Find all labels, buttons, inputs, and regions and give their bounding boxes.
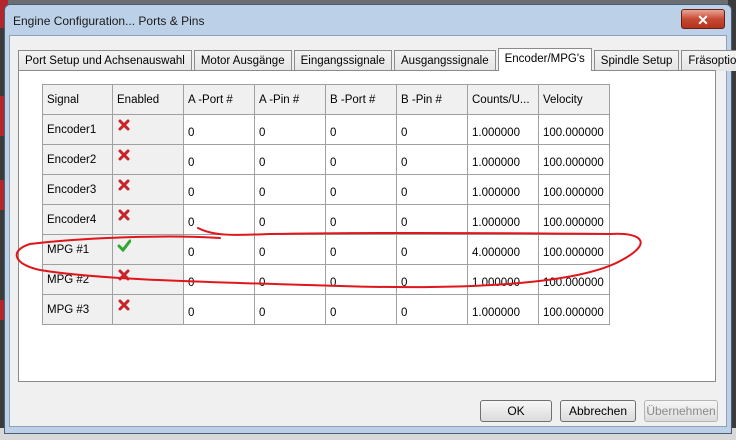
cell-signal[interactable]: Encoder2 <box>42 144 113 175</box>
window-title: Engine Configuration... Ports & Pins <box>13 14 205 28</box>
cell-b-pin[interactable]: 0 <box>396 144 468 175</box>
tab-output-signals[interactable]: Ausgangssignale <box>394 50 496 71</box>
cell-enabled[interactable] <box>112 294 184 325</box>
cell-velocity[interactable]: 100.000000 <box>538 294 610 325</box>
close-icon: ✕ <box>697 12 709 28</box>
x-mark-icon <box>118 119 130 131</box>
cell-b-port[interactable]: 0 <box>325 114 397 145</box>
close-button[interactable]: ✕ <box>681 9 725 29</box>
column-header-signal[interactable]: Signal <box>42 84 113 115</box>
x-mark-icon <box>118 269 130 281</box>
table-row[interactable]: Encoder1 0 0 0 0 1.000000 100.000000 <box>42 114 610 145</box>
tab-encoder-mpg[interactable]: Encoder/MPG's <box>497 48 592 71</box>
apply-button[interactable]: Übernehmen <box>644 400 718 422</box>
cell-b-pin[interactable]: 0 <box>396 174 468 205</box>
cell-signal[interactable]: Encoder4 <box>42 204 113 235</box>
cell-a-pin[interactable]: 0 <box>254 204 326 235</box>
cell-enabled[interactable] <box>112 174 184 205</box>
cell-b-port[interactable]: 0 <box>325 144 397 175</box>
cell-b-pin[interactable]: 0 <box>396 234 468 265</box>
table-row[interactable]: MPG #2 0 0 0 0 1.000000 100.000000 <box>42 264 610 295</box>
cell-enabled[interactable] <box>112 144 184 175</box>
cell-counts[interactable]: 1.000000 <box>467 204 539 235</box>
cell-b-pin[interactable]: 0 <box>396 204 468 235</box>
grid-header-row: Signal Enabled A -Port # A -Pin # B -Por… <box>42 84 610 115</box>
table-row[interactable]: Encoder2 0 0 0 0 1.000000 100.000000 <box>42 144 610 175</box>
cell-a-pin[interactable]: 0 <box>254 264 326 295</box>
cell-signal[interactable]: Encoder3 <box>42 174 113 205</box>
cell-a-port[interactable]: 0 <box>183 294 255 325</box>
cell-velocity[interactable]: 100.000000 <box>538 174 610 205</box>
table-row[interactable]: MPG #1 0 0 0 0 4.000000 100.000000 <box>42 234 610 265</box>
cell-b-port[interactable]: 0 <box>325 234 397 265</box>
tab-milling-options[interactable]: Fräsoptionen <box>681 50 736 71</box>
tab-input-signals[interactable]: Eingangssignale <box>293 50 393 71</box>
column-header-a-pin[interactable]: A -Pin # <box>254 84 326 115</box>
cell-counts[interactable]: 1.000000 <box>467 174 539 205</box>
cell-a-pin[interactable]: 0 <box>254 144 326 175</box>
table-row[interactable]: Encoder3 0 0 0 0 1.000000 100.000000 <box>42 174 610 205</box>
cell-b-port[interactable]: 0 <box>325 204 397 235</box>
cell-a-pin[interactable]: 0 <box>254 294 326 325</box>
check-icon <box>117 239 131 252</box>
cell-velocity[interactable]: 100.000000 <box>538 234 610 265</box>
x-mark-icon <box>118 299 130 311</box>
cell-signal[interactable]: MPG #3 <box>42 294 113 325</box>
cell-b-port[interactable]: 0 <box>325 264 397 295</box>
ok-button[interactable]: OK <box>480 400 552 422</box>
cell-counts[interactable]: 4.000000 <box>467 234 539 265</box>
cell-a-pin[interactable]: 0 <box>254 174 326 205</box>
x-mark-icon <box>118 209 130 221</box>
cell-velocity[interactable]: 100.000000 <box>538 264 610 295</box>
column-header-velocity[interactable]: Velocity <box>538 84 610 115</box>
cell-b-pin[interactable]: 0 <box>396 294 468 325</box>
cell-a-pin[interactable]: 0 <box>254 114 326 145</box>
column-header-counts[interactable]: Counts/U... <box>467 84 539 115</box>
cell-b-pin[interactable]: 0 <box>396 264 468 295</box>
cell-a-port[interactable]: 0 <box>183 144 255 175</box>
cell-counts[interactable]: 1.000000 <box>467 114 539 145</box>
cell-signal[interactable]: MPG #1 <box>42 234 113 265</box>
cancel-button[interactable]: Abbrechen <box>560 400 636 422</box>
title-bar[interactable]: Engine Configuration... Ports & Pins ✕ <box>5 5 731 33</box>
column-header-a-port[interactable]: A -Port # <box>183 84 255 115</box>
cell-enabled[interactable] <box>112 234 184 265</box>
engine-configuration-dialog: Engine Configuration... Ports & Pins ✕ P… <box>4 4 736 434</box>
cell-velocity[interactable]: 100.000000 <box>538 114 610 145</box>
cell-a-port[interactable]: 0 <box>183 234 255 265</box>
cell-counts[interactable]: 1.000000 <box>467 264 539 295</box>
tab-port-setup[interactable]: Port Setup und Achsenauswahl <box>18 50 192 71</box>
cell-counts[interactable]: 1.000000 <box>467 294 539 325</box>
column-header-enabled[interactable]: Enabled <box>112 84 184 115</box>
x-mark-icon <box>118 179 130 191</box>
cell-enabled[interactable] <box>112 114 184 145</box>
cell-a-port[interactable]: 0 <box>183 204 255 235</box>
cell-signal[interactable]: Encoder1 <box>42 114 113 145</box>
cell-velocity[interactable]: 100.000000 <box>538 144 610 175</box>
encoder-mpg-grid: Signal Enabled A -Port # A -Pin # B -Por… <box>42 84 610 325</box>
tab-strip: Port Setup und Achsenauswahl Motor Ausgä… <box>18 48 736 71</box>
table-row[interactable]: Encoder4 0 0 0 0 1.000000 100.000000 <box>42 204 610 235</box>
cell-b-port[interactable]: 0 <box>325 294 397 325</box>
cell-velocity[interactable]: 100.000000 <box>538 204 610 235</box>
column-header-b-port[interactable]: B -Port # <box>325 84 397 115</box>
dialog-client-area: Port Setup und Achsenauswahl Motor Ausgä… <box>9 35 736 427</box>
cell-a-port[interactable]: 0 <box>183 174 255 205</box>
cell-a-port[interactable]: 0 <box>183 264 255 295</box>
tab-spindle-setup[interactable]: Spindle Setup <box>593 50 680 71</box>
column-header-b-pin[interactable]: B -Pin # <box>396 84 468 115</box>
table-row[interactable]: MPG #3 0 0 0 0 1.000000 100.000000 <box>42 294 610 325</box>
cell-enabled[interactable] <box>112 204 184 235</box>
cell-counts[interactable]: 1.000000 <box>467 144 539 175</box>
cell-signal[interactable]: MPG #2 <box>42 264 113 295</box>
cell-a-pin[interactable]: 0 <box>254 234 326 265</box>
cell-b-pin[interactable]: 0 <box>396 114 468 145</box>
x-mark-icon <box>118 149 130 161</box>
tab-motor-outputs[interactable]: Motor Ausgänge <box>193 50 292 71</box>
cell-enabled[interactable] <box>112 264 184 295</box>
cell-a-port[interactable]: 0 <box>183 114 255 145</box>
cell-b-port[interactable]: 0 <box>325 174 397 205</box>
